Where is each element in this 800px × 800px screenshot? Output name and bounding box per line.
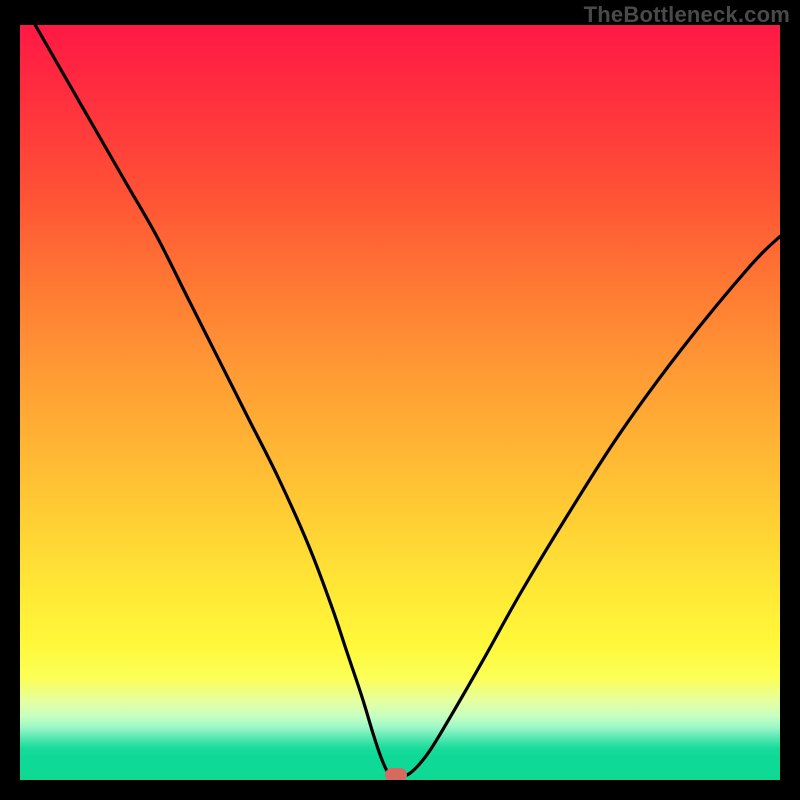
chart-frame: TheBottleneck.com bbox=[0, 0, 800, 800]
bottleneck-curve bbox=[20, 25, 780, 780]
plot-area bbox=[20, 25, 780, 780]
optimal-point-marker bbox=[385, 768, 407, 780]
